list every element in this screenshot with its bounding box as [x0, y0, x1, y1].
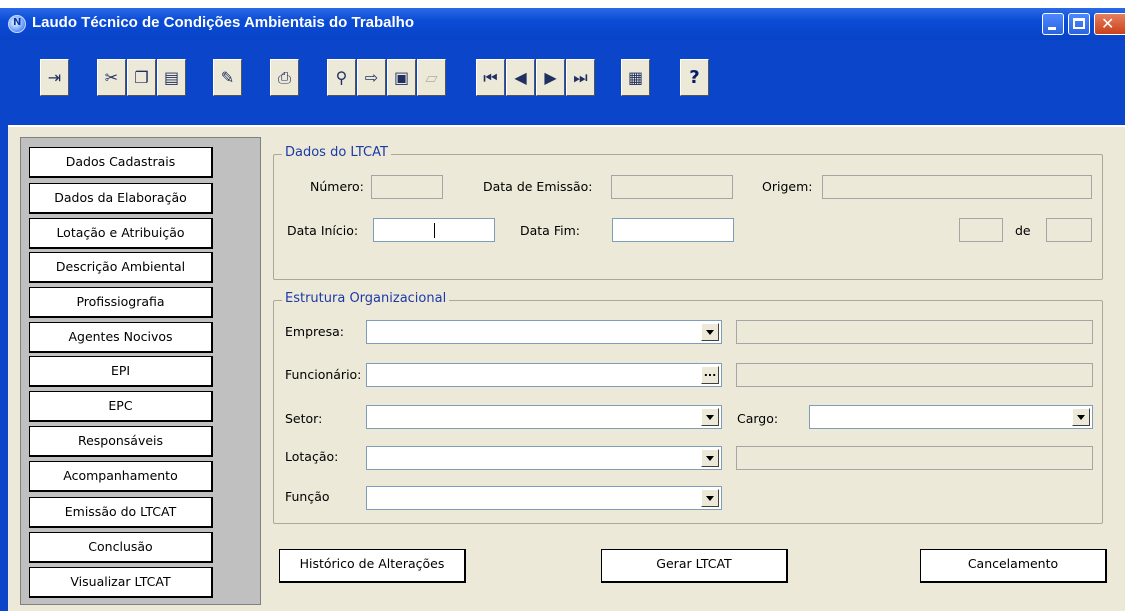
minimize-button[interactable] — [1042, 13, 1064, 35]
gerar-ltcat-button[interactable]: Gerar LTCAT — [601, 549, 788, 583]
numero-field[interactable] — [371, 175, 443, 199]
nav-epi[interactable]: EPI — [29, 356, 213, 387]
chevron-down-icon[interactable] — [701, 489, 719, 507]
chevron-down-icon[interactable] — [701, 408, 719, 426]
nav-epc[interactable]: EPC — [29, 391, 213, 422]
paste-icon: ▤ — [163, 68, 180, 87]
nav-visualizar-ltcat[interactable]: Visualizar LTCAT — [29, 567, 213, 598]
nav-dados-elaboracao[interactable]: Dados da Elaboração — [29, 183, 213, 214]
historico-alteracoes-button[interactable]: Histórico de Alterações — [279, 549, 466, 583]
open-button[interactable]: ⇨ — [357, 59, 386, 96]
dados-ltcat-legend: Dados do LTCAT — [282, 145, 391, 160]
lotacao-label: Lotação: — [285, 449, 339, 464]
copy-button[interactable]: ❐ — [127, 59, 156, 96]
setor-select[interactable] — [366, 405, 722, 429]
empresa-select[interactable] — [366, 320, 722, 344]
save-button[interactable]: ▣ — [387, 59, 416, 96]
previous-record-icon: ◀ — [514, 68, 527, 87]
chevron-down-icon[interactable] — [701, 323, 719, 341]
nav-agentes-nocivos[interactable]: Agentes Nocivos — [29, 322, 213, 353]
open-icon: ⇨ — [364, 68, 379, 87]
nav-descricao-ambiental[interactable]: Descrição Ambiental — [29, 252, 213, 283]
save-icon: ▣ — [393, 68, 410, 87]
nav-emissao-ltcat[interactable]: Emissão do LTCAT — [29, 497, 213, 528]
data-fim-label: Data Fim: — [520, 223, 580, 238]
copy-icon: ❐ — [134, 68, 149, 87]
disabled-edit-icon: ▱ — [425, 68, 438, 87]
page-current-field[interactable] — [959, 218, 1003, 242]
last-record-button[interactable]: ⏭ — [566, 59, 595, 96]
estrutura-legend: Estrutura Organizacional — [282, 291, 450, 306]
page-total-field[interactable] — [1046, 218, 1092, 242]
next-record-icon: ▶ — [544, 68, 557, 87]
nav-lotacao-atribuicao[interactable]: Lotação e Atribuição — [29, 218, 213, 249]
data-inicio-label: Data Início: — [287, 223, 359, 238]
funcionario-label: Funcionário: — [285, 367, 362, 382]
funcao-label: Função — [285, 489, 330, 504]
data-inicio-field[interactable] — [373, 218, 495, 242]
empresa-label: Empresa: — [285, 324, 344, 339]
chevron-down-icon[interactable] — [701, 449, 719, 467]
last-record-icon: ⏭ — [573, 67, 588, 87]
new-record-button[interactable]: ✎ — [213, 59, 242, 96]
print-icon: ⎙ — [278, 67, 291, 87]
nav-acompanhamento[interactable]: Acompanhamento — [29, 461, 213, 492]
dados-ltcat-group — [273, 154, 1103, 280]
funcao-select[interactable] — [366, 486, 722, 510]
nav-profissiografia[interactable]: Profissiografia — [29, 287, 213, 318]
disabled-edit-button[interactable]: ▱ — [417, 59, 446, 96]
nav-dados-cadastrais[interactable]: Dados Cadastrais — [29, 147, 213, 178]
data-emissao-label: Data de Emissão: — [483, 179, 593, 194]
lotacao-select[interactable] — [366, 446, 722, 470]
help-button[interactable]: ? — [680, 59, 709, 96]
next-record-button[interactable]: ▶ — [536, 59, 565, 96]
setor-label: Setor: — [285, 411, 323, 426]
first-record-icon: ⏮ — [483, 67, 498, 87]
ellipsis-lookup-button[interactable]: ... — [701, 366, 719, 384]
data-fim-field[interactable] — [612, 218, 734, 242]
cut-icon: ✂ — [104, 68, 119, 87]
close-button[interactable] — [1094, 13, 1125, 35]
nav-conclusao[interactable]: Conclusão — [29, 532, 213, 563]
new-record-icon: ✎ — [220, 68, 235, 87]
funcionario-field[interactable]: ... — [366, 363, 722, 387]
calculator-button[interactable]: ▦ — [621, 59, 650, 96]
title-bar[interactable]: Laudo Técnico de Condições Ambientais do… — [0, 8, 1125, 40]
previous-record-button[interactable]: ◀ — [506, 59, 535, 96]
search-icon: ⚲ — [335, 68, 348, 87]
cancelamento-button[interactable]: Cancelamento — [920, 549, 1107, 583]
exit-icon: ⇥ — [47, 68, 62, 87]
cut-button[interactable]: ✂ — [97, 59, 126, 96]
search-button[interactable]: ⚲ — [327, 59, 356, 96]
exit-button[interactable]: ⇥ — [40, 59, 69, 96]
print-button[interactable]: ⎙ — [270, 59, 299, 96]
maximize-button[interactable] — [1068, 13, 1090, 35]
paste-button[interactable]: ▤ — [157, 59, 186, 96]
app-icon — [8, 15, 26, 33]
data-emissao-field[interactable] — [611, 175, 733, 199]
nav-responsaveis[interactable]: Responsáveis — [29, 426, 213, 457]
calculator-icon: ▦ — [627, 68, 644, 87]
lotacao-description-field — [736, 446, 1093, 470]
first-record-button[interactable]: ⏮ — [476, 59, 505, 96]
origem-field[interactable] — [822, 175, 1092, 199]
help-icon: ? — [689, 67, 700, 88]
chevron-down-icon[interactable] — [1072, 408, 1090, 426]
empresa-description-field — [736, 320, 1093, 344]
text-caret — [434, 223, 435, 238]
origem-label: Origem: — [762, 179, 813, 194]
de-label: de — [1015, 223, 1031, 238]
cargo-label: Cargo: — [737, 411, 779, 426]
numero-label: Número: — [310, 179, 364, 194]
cargo-select[interactable] — [809, 405, 1093, 429]
window-title: Laudo Técnico de Condições Ambientais do… — [32, 14, 414, 31]
funcionario-description-field — [736, 363, 1093, 387]
